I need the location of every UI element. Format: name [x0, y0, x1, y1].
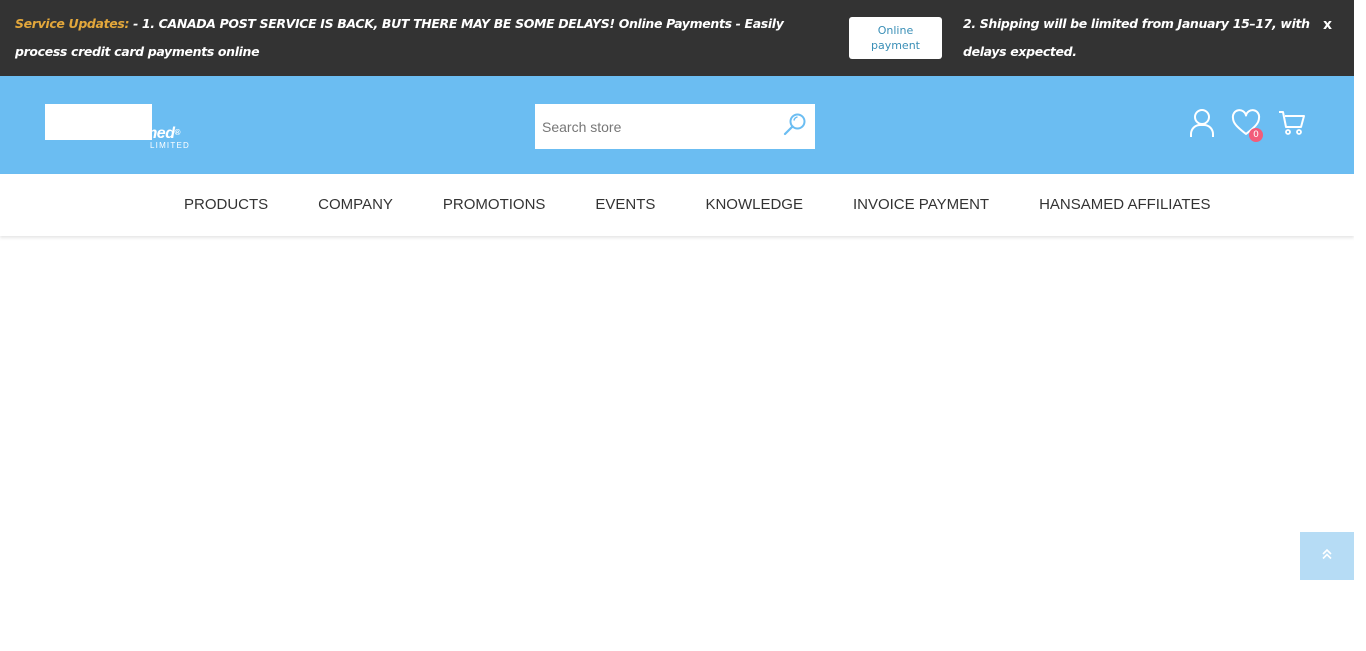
user-icon: [1188, 108, 1216, 143]
scrollbar-gutter: [1354, 0, 1366, 651]
cart-icon: [1278, 109, 1306, 142]
back-to-top-button[interactable]: [1300, 532, 1354, 580]
hansamed-logo[interactable]: HANSAmed® LIMITED: [45, 104, 205, 152]
nav-item-hansamed-affiliates[interactable]: HANSAMED AFFILIATES: [1039, 174, 1210, 236]
search-button[interactable]: [775, 104, 815, 149]
nav-item-company[interactable]: COMPANY: [318, 174, 393, 236]
wishlist-count-badge: 0: [1249, 128, 1263, 142]
main-navigation: PRODUCTS COMPANY PROMOTIONS EVENTS KNOWL…: [0, 174, 1354, 236]
online-payment-button[interactable]: Online payment: [849, 17, 942, 59]
search-box: [535, 104, 815, 149]
nav-item-knowledge[interactable]: KNOWLEDGE: [705, 174, 803, 236]
nav-item-promotions[interactable]: PROMOTIONS: [443, 174, 546, 236]
logo-brand-main: HANSA: [78, 122, 144, 143]
announcement-message: - 1. CANADA POST SERVICE IS BACK, BUT TH…: [15, 16, 784, 59]
nav-item-events[interactable]: EVENTS: [595, 174, 655, 236]
site-header: HANSAmed® LIMITED: [0, 76, 1354, 174]
online-payment-button-line2: payment: [870, 39, 920, 52]
logo-brand-suffix: med: [143, 125, 175, 142]
nav-item-products[interactable]: PRODUCTS: [184, 174, 268, 236]
logo-subtitle: LIMITED: [150, 141, 190, 150]
online-payment-button-line1: Online: [877, 24, 914, 37]
close-announcement-button[interactable]: x: [1323, 14, 1337, 36]
double-chevron-up-icon: [1321, 547, 1333, 565]
announcement-text: Service Updates: - 1. CANADA POST SERVIC…: [15, 10, 830, 66]
account-button[interactable]: [1188, 108, 1216, 143]
announcement-message-2: 2. Shipping will be limited from January…: [963, 16, 1310, 59]
nav-menu: PRODUCTS COMPANY PROMOTIONS EVENTS KNOWL…: [184, 174, 1261, 236]
search-icon: [782, 111, 808, 142]
search-input[interactable]: [535, 104, 775, 149]
logo-registered: ®: [174, 128, 180, 137]
nav-item-invoice-payment[interactable]: INVOICE PAYMENT: [853, 174, 989, 236]
cart-button[interactable]: [1278, 110, 1306, 140]
announcement-label: Service Updates:: [15, 16, 130, 31]
announcement-bar: Service Updates: - 1. CANADA POST SERVIC…: [0, 0, 1354, 76]
